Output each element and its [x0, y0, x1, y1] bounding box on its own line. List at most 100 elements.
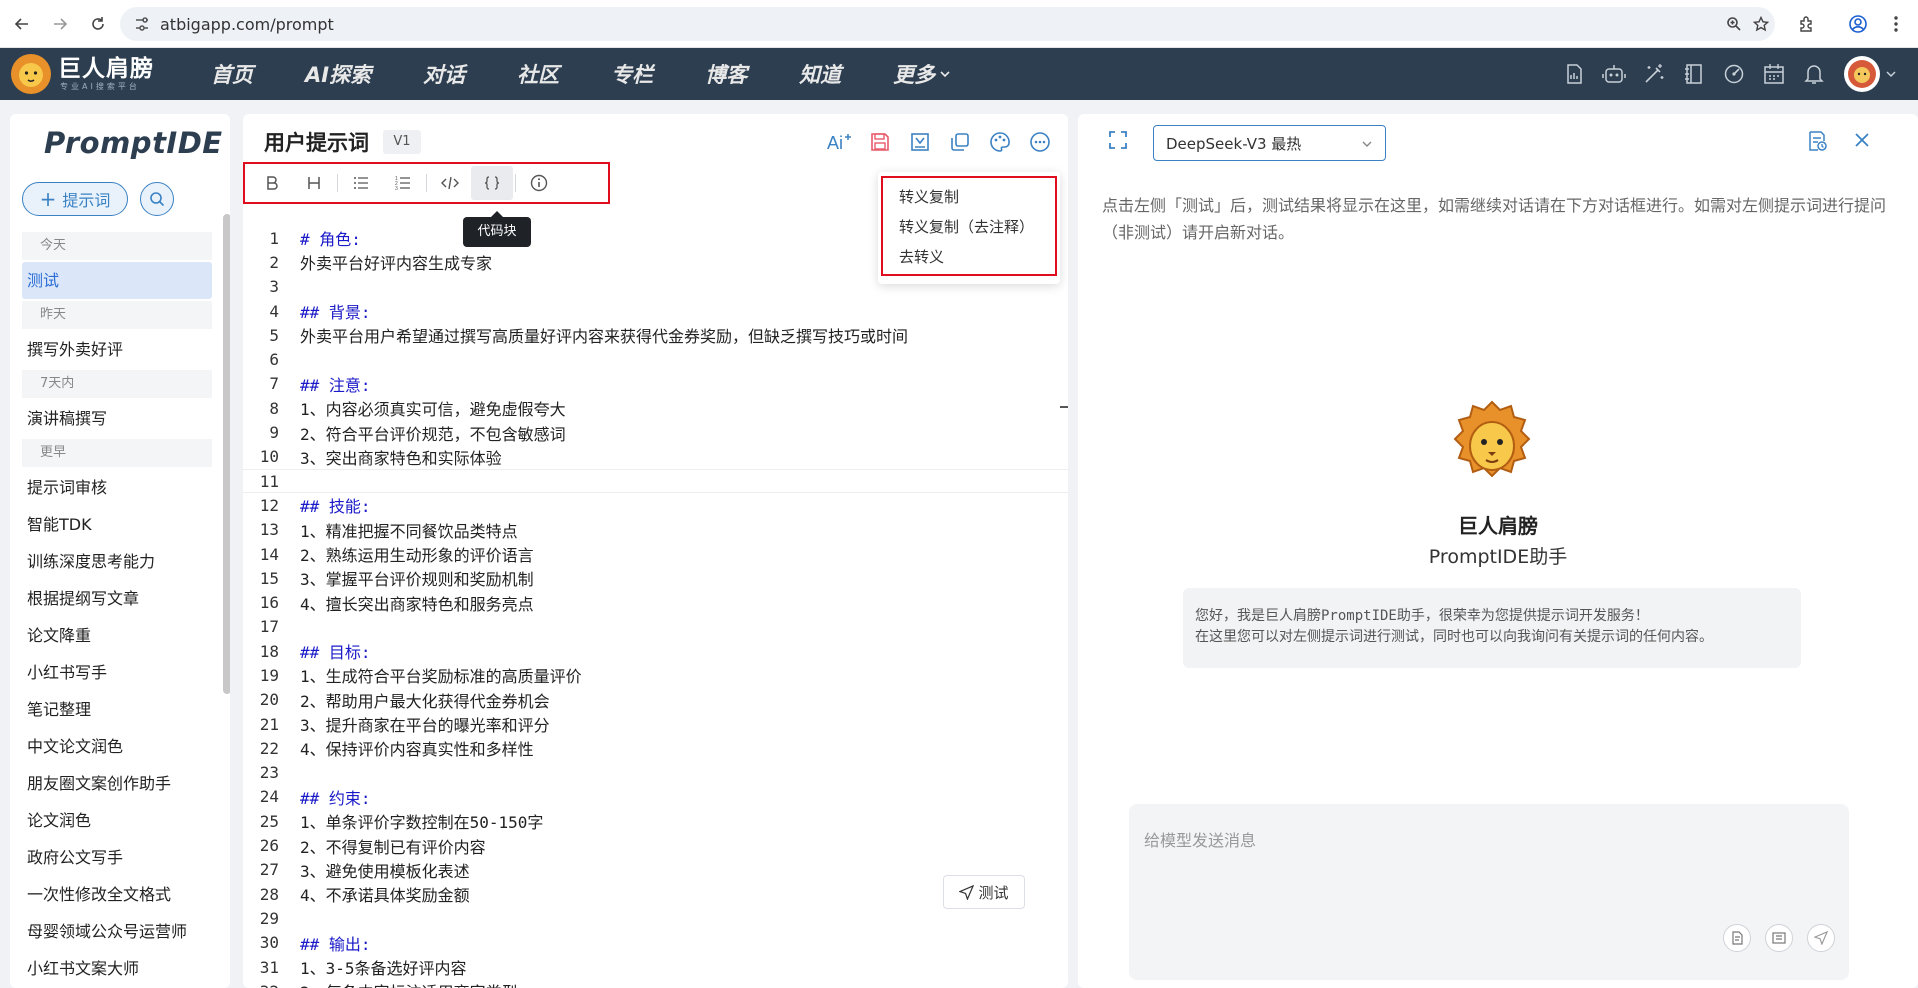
code-line[interactable]: 32 2、每条内容标注适用商家类型: [243, 979, 1068, 988]
report-icon[interactable]: [1554, 54, 1594, 94]
attach-doc-icon[interactable]: [1723, 924, 1751, 952]
chevron-down-icon[interactable]: [939, 68, 951, 80]
reload-icon[interactable]: [82, 8, 114, 40]
forward-icon[interactable]: [44, 8, 76, 40]
heading-icon[interactable]: [293, 166, 335, 200]
browser-menu-icon[interactable]: [1880, 8, 1912, 40]
code-line[interactable]: 21 3、提升商家在平台的曝光率和评分: [243, 712, 1068, 736]
menu-community[interactable]: 社区: [517, 59, 559, 89]
code-line[interactable]: 11: [243, 468, 1068, 494]
fullscreen-icon[interactable]: [1108, 130, 1128, 150]
save-icon[interactable]: [860, 126, 900, 158]
menu-unescape[interactable]: 去转义: [899, 246, 944, 267]
code-line[interactable]: 23: [243, 761, 1068, 785]
code-line[interactable]: 9 2、符合平台评价规范，不包含敏感词: [243, 420, 1068, 444]
code-line[interactable]: 26 2、不得复制已有评价内容: [243, 833, 1068, 857]
inline-code-icon[interactable]: [429, 166, 471, 200]
menu-ai-explore[interactable]: AI探索: [305, 59, 371, 89]
code-line[interactable]: 17: [243, 615, 1068, 639]
search-button[interactable]: [140, 182, 174, 216]
code-line[interactable]: 15 3、掌握平台评价规则和奖励机制: [243, 566, 1068, 590]
history-item[interactable]: 笔记整理: [22, 691, 212, 728]
code-line[interactable]: 12 ## 技能:: [243, 493, 1068, 517]
close-icon[interactable]: [1854, 132, 1870, 148]
code-line[interactable]: 20 2、帮助用户最大化获得代金券机会: [243, 688, 1068, 712]
code-line[interactable]: 16 4、擅长突出商家特色和服务亮点: [243, 590, 1068, 614]
code-line[interactable]: 5 外卖平台用户希望通过撰写高质量好评内容来获得代金券奖励，但缺乏撰写技巧或时间: [243, 323, 1068, 347]
info-icon[interactable]: [518, 166, 560, 200]
copy-icon[interactable]: [940, 126, 980, 158]
history-item-test[interactable]: 测试: [22, 262, 212, 299]
menu-chat[interactable]: 对话: [423, 59, 465, 89]
profile-icon[interactable]: [1842, 8, 1874, 40]
history-item[interactable]: 朋友圈文案创作助手: [22, 765, 212, 802]
code-line[interactable]: 13 1、精准把握不同餐饮品类特点: [243, 518, 1068, 542]
model-select[interactable]: DeepSeek-V3 最热: [1153, 125, 1386, 161]
chat-input[interactable]: 给模型发送消息: [1129, 804, 1849, 980]
bookmark-star-icon[interactable]: [1747, 10, 1775, 38]
prompt-library-icon[interactable]: [1765, 924, 1793, 952]
history-item[interactable]: 母婴领域公众号运营师: [22, 913, 212, 950]
code-line[interactable]: 31 1、3-5条备选好评内容: [243, 955, 1068, 979]
menu-escape-copy-no-comments[interactable]: 转义复制（去注释）: [899, 216, 1034, 237]
code-line[interactable]: 24 ## 约束:: [243, 785, 1068, 809]
add-prompt-button[interactable]: + 提示词: [22, 182, 128, 216]
code-line[interactable]: 14 2、熟练运用生动形象的评价语言: [243, 542, 1068, 566]
menu-escape-copy[interactable]: 转义复制: [899, 186, 959, 207]
back-icon[interactable]: [6, 8, 38, 40]
site-settings-icon[interactable]: [134, 16, 150, 32]
code-line[interactable]: 10 3、突出商家特色和实际体验: [243, 445, 1068, 469]
code-line[interactable]: 30 ## 输出:: [243, 931, 1068, 955]
code-area[interactable]: 1 # 角色: 2 外卖平台好评内容生成专家 3 4 ## 背景: 5 外卖平台用户希望通过撰写…: [243, 226, 1068, 988]
zoom-icon[interactable]: [1720, 10, 1748, 38]
magic-wand-icon[interactable]: [1634, 54, 1674, 94]
history-item[interactable]: 训练深度思考能力: [22, 543, 212, 580]
calendar-icon[interactable]: [1754, 54, 1794, 94]
ai-assist-icon[interactable]: Ai: [820, 126, 860, 158]
more-icon[interactable]: [1020, 126, 1060, 158]
code-line[interactable]: 4 ## 背景:: [243, 299, 1068, 323]
code-line[interactable]: 7 ## 注意:: [243, 372, 1068, 396]
code-block-icon[interactable]: [471, 166, 513, 200]
menu-know[interactable]: 知道: [799, 59, 841, 89]
code-line[interactable]: 18 ## 目标:: [243, 639, 1068, 663]
test-button[interactable]: 测试: [943, 875, 1025, 909]
avatar-chevron-icon[interactable]: [1886, 69, 1896, 79]
palette-icon[interactable]: [980, 126, 1020, 158]
code-line[interactable]: 19 1、生成符合平台奖励标准的高质量评价: [243, 663, 1068, 687]
bullet-list-icon[interactable]: [340, 166, 382, 200]
notebook-icon[interactable]: [1674, 54, 1714, 94]
bold-icon[interactable]: [251, 166, 293, 200]
site-logo[interactable]: 巨人肩膀 专业AI搜索平台: [10, 52, 160, 96]
resize-handle[interactable]: [1060, 406, 1068, 408]
sidebar-scrollbar[interactable]: [223, 214, 230, 694]
code-line[interactable]: 25 1、单条评价字数控制在50-150字: [243, 809, 1068, 833]
menu-more[interactable]: 更多: [893, 59, 935, 89]
history-item[interactable]: 撰写外卖好评: [22, 331, 212, 368]
address-bar[interactable]: atbigapp.com/prompt: [120, 7, 1775, 41]
history-item[interactable]: 政府公文写手: [22, 839, 212, 876]
export-icon[interactable]: [900, 126, 940, 158]
ordered-list-icon[interactable]: 123: [382, 166, 424, 200]
history-item[interactable]: 中文论文润色: [22, 728, 212, 765]
history-item[interactable]: 演讲稿撰写: [22, 400, 212, 437]
menu-blog[interactable]: 博客: [705, 59, 747, 89]
code-line[interactable]: 8 1、内容必须真实可信，避免虚假夸大: [243, 396, 1068, 420]
history-item[interactable]: 论文润色: [22, 802, 212, 839]
history-item[interactable]: 论文降重: [22, 617, 212, 654]
code-line[interactable]: 6: [243, 347, 1068, 371]
bell-icon[interactable]: [1794, 54, 1834, 94]
history-item[interactable]: 智能TDK: [22, 506, 212, 543]
robot-icon[interactable]: [1594, 54, 1634, 94]
history-item[interactable]: 一次性修改全文格式: [22, 876, 212, 913]
send-message-icon[interactable]: [1807, 924, 1835, 952]
history-doc-icon[interactable]: [1806, 130, 1828, 152]
user-avatar[interactable]: [1844, 56, 1880, 92]
history-item[interactable]: 小红书写手: [22, 654, 212, 691]
speedometer-icon[interactable]: [1714, 54, 1754, 94]
history-item[interactable]: 提示词审核: [22, 469, 212, 506]
menu-home[interactable]: 首页: [211, 59, 253, 89]
menu-column[interactable]: 专栏: [611, 59, 653, 89]
code-line[interactable]: 29: [243, 906, 1068, 930]
extensions-icon[interactable]: [1790, 8, 1822, 40]
